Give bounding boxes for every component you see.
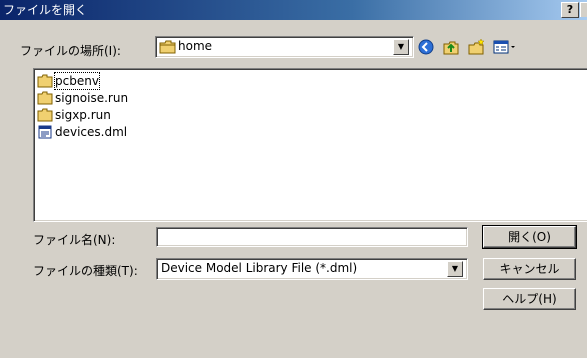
file-list[interactable]: pcbenv signoise.run sigxp.run devices.dm… — [33, 68, 587, 222]
help-button[interactable]: ヘルプ(H) — [483, 288, 576, 310]
window-title: ファイルを開く — [3, 3, 88, 17]
filename-input[interactable] — [156, 227, 468, 247]
location-dropdown-button[interactable]: ▼ — [393, 39, 409, 55]
filetype-dropdown-button[interactable]: ▼ — [447, 261, 463, 277]
list-item-label: devices.dml — [55, 125, 128, 139]
view-menu-icon[interactable] — [492, 37, 518, 57]
filetype-value: Device Model Library File (*.dml) — [161, 261, 358, 275]
filename-label: ファイル名(N): — [33, 233, 116, 247]
location-combobox[interactable]: home ▼ — [155, 36, 414, 58]
folder-icon — [37, 108, 53, 122]
close-button[interactable] — [580, 2, 587, 17]
up-folder-icon[interactable] — [441, 37, 461, 57]
help-title-button[interactable]: ? — [561, 2, 579, 18]
list-item-label: pcbenv — [54, 72, 100, 90]
filetype-combobox[interactable]: Device Model Library File (*.dml) ▼ — [156, 258, 468, 280]
list-item-label: signoise.run — [55, 91, 129, 105]
folder-icon — [159, 40, 177, 57]
document-icon — [37, 125, 53, 139]
folder-icon — [37, 91, 53, 105]
filetype-label: ファイルの種類(T): — [33, 264, 138, 278]
back-icon[interactable] — [416, 37, 436, 57]
location-label: ファイルの場所(I): — [20, 44, 121, 58]
location-value: home — [178, 39, 213, 53]
open-button[interactable]: 開く(O) — [482, 225, 577, 249]
folder-icon — [37, 74, 53, 88]
title-bar: ファイルを開く ? — [0, 0, 587, 20]
new-folder-icon[interactable] — [466, 37, 486, 57]
cancel-button[interactable]: キャンセル — [483, 258, 576, 280]
list-item-label: sigxp.run — [55, 108, 111, 122]
